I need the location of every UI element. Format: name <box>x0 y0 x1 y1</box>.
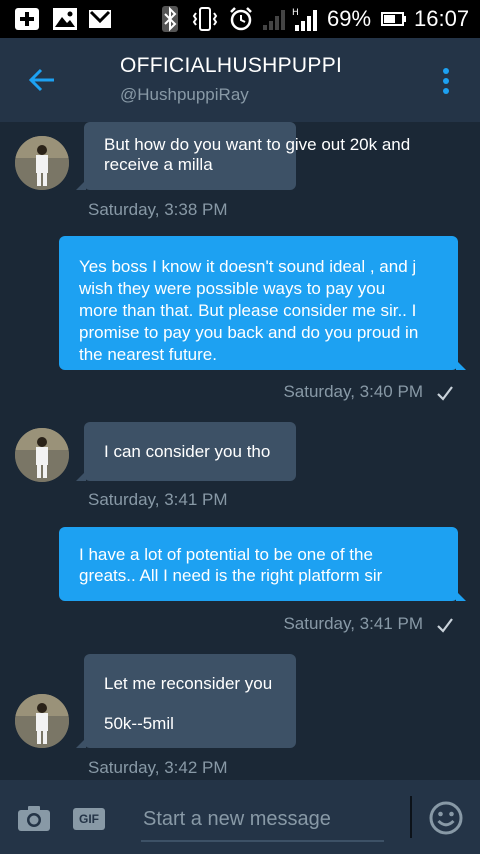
clock: 16:07 <box>414 6 470 31</box>
conversation-title[interactable]: OFFICIALHUSHPUPPI <box>120 54 342 78</box>
composer-divider <box>410 796 412 838</box>
sender-avatar[interactable] <box>15 428 69 482</box>
message-text-line: Let me reconsider you <box>104 674 273 693</box>
message-bubble-incoming[interactable]: Let me reconsider you 50k--5mil <box>84 654 296 748</box>
sent-check-icon <box>437 618 453 633</box>
message-bubble-outgoing[interactable]: Yes boss I know it doesn't sound ideal ,… <box>59 236 458 370</box>
sent-check-icon <box>437 386 453 401</box>
smiley-icon <box>429 801 463 835</box>
arrow-left-icon <box>28 68 54 92</box>
gmail-notification-icon <box>88 6 112 32</box>
bubble-tail <box>456 591 466 601</box>
signal-1-icon <box>262 6 288 32</box>
camera-button[interactable] <box>16 803 52 833</box>
conversation-handle[interactable]: @HushpuppiRay <box>120 85 249 105</box>
status-bar: H 69% 16:07 <box>0 0 480 38</box>
conversation-header: OFFICIALHUSHPUPPI @HushpuppiRay <box>0 38 480 122</box>
message-timestamp: Saturday, 3:42 PM <box>88 758 228 777</box>
alarm-icon <box>228 6 254 32</box>
message-text-line: receive a milla <box>104 155 213 174</box>
signal-2-icon: H <box>292 6 320 32</box>
add-notification-icon <box>14 6 40 32</box>
dot-icon <box>443 78 449 84</box>
bubble-tail <box>76 471 86 481</box>
vibrate-icon <box>192 6 218 32</box>
message-text-line: the nearest future. <box>79 345 217 364</box>
message-text-line: Yes boss I know it doesn't sound ideal ,… <box>79 257 417 276</box>
gif-button[interactable]: GIF <box>73 808 105 830</box>
message-timestamp: Saturday, 3:41 PM <box>88 490 228 509</box>
sender-avatar[interactable] <box>15 694 69 748</box>
message-bubble-outgoing[interactable]: I have a lot of potential to be one of t… <box>59 527 458 601</box>
message-text-line: wish they were possible ways to pay you <box>79 279 386 298</box>
message-timestamp: Saturday, 3:40 PM <box>283 382 423 401</box>
image-notification-icon <box>52 6 78 32</box>
bubble-tail <box>76 738 86 748</box>
bubble-tail <box>456 360 466 370</box>
back-button[interactable] <box>22 64 62 96</box>
dot-icon <box>443 68 449 74</box>
message-timestamp: Saturday, 3:41 PM <box>283 614 423 633</box>
dot-icon <box>443 88 449 94</box>
message-bubble-incoming[interactable]: But how do you want to give out 20k and … <box>84 122 411 190</box>
message-text-line: But how do you want to give out 20k and <box>104 135 411 154</box>
message-composer: GIF <box>0 780 480 854</box>
message-input[interactable] <box>141 798 384 842</box>
battery-icon <box>381 6 407 32</box>
battery-percent: 69% <box>327 6 372 31</box>
message-text-line: I have a lot of potential to be one of t… <box>79 545 373 564</box>
more-options-button[interactable] <box>434 66 458 96</box>
message-bubble-incoming[interactable]: I can consider you tho <box>84 422 296 481</box>
message-timestamp: Saturday, 3:38 PM <box>88 200 228 219</box>
message-text-line: more than that. But please consider me s… <box>79 301 417 320</box>
bluetooth-icon <box>162 6 178 32</box>
camera-icon <box>18 806 50 831</box>
sender-avatar[interactable] <box>15 136 69 190</box>
svg-text:H: H <box>292 8 299 18</box>
message-text-line: I can consider you tho <box>104 442 271 461</box>
bubble-tail <box>76 180 86 190</box>
message-text-line: promise to pay you back and do you proud… <box>79 323 419 342</box>
message-text-line: greats.. All I need is the right platfor… <box>79 566 383 585</box>
emoji-button[interactable] <box>428 800 464 836</box>
message-text-line: 50k--5mil <box>104 714 174 733</box>
